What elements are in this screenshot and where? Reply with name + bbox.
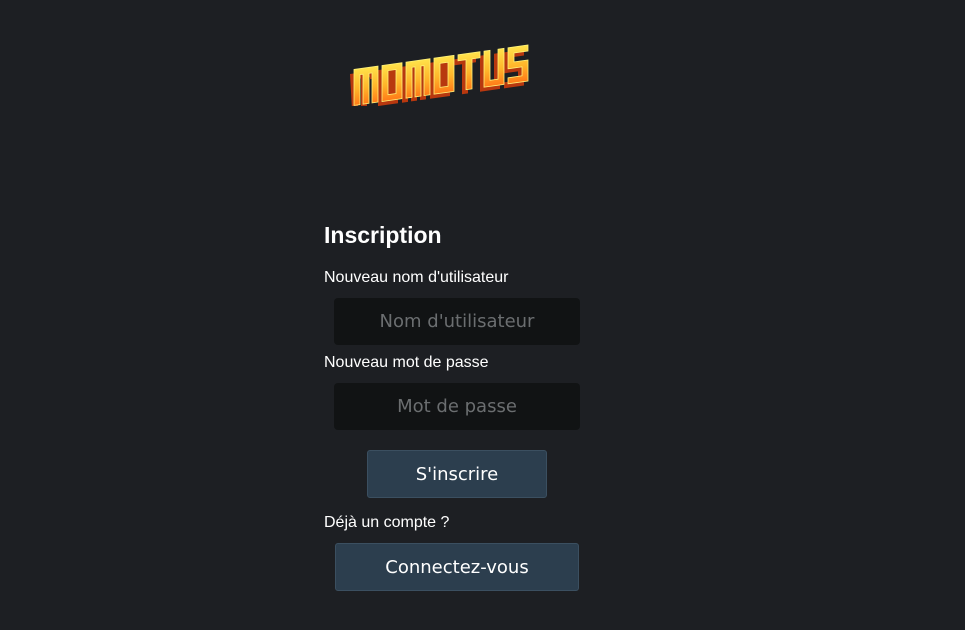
- register-button[interactable]: S'inscrire: [367, 450, 547, 498]
- password-input[interactable]: [334, 383, 580, 430]
- username-label: Nouveau nom d'utilisateur: [324, 269, 509, 286]
- password-label: Nouveau mot de passe: [324, 354, 489, 371]
- username-input[interactable]: [334, 298, 580, 345]
- login-button[interactable]: Connectez-vous: [335, 543, 579, 591]
- momotus-logo: [350, 40, 566, 106]
- have-account-text: Déjà un compte ?: [324, 514, 450, 531]
- form-title: Inscription: [324, 222, 442, 248]
- logo-graphic: [350, 44, 529, 106]
